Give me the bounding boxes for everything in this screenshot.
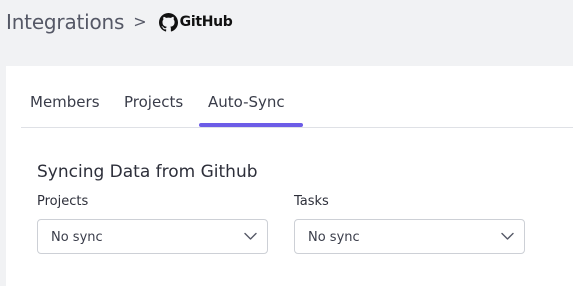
chevron-down-icon: [244, 232, 257, 240]
breadcrumb-separator: >: [133, 11, 147, 31]
integration-card: Members Projects Auto-Sync Syncing Data …: [6, 66, 573, 286]
github-logo: GitHub: [158, 12, 233, 32]
breadcrumb-current: GitHub: [179, 14, 233, 30]
tab-bar: Members Projects Auto-Sync: [21, 66, 573, 128]
tasks-sync-select[interactable]: No sync: [294, 219, 525, 254]
breadcrumb-integrations-link[interactable]: Integrations: [6, 10, 124, 34]
projects-field-label: Projects: [37, 194, 89, 209]
projects-sync-value: No sync: [51, 230, 103, 245]
tasks-field-label: Tasks: [294, 194, 329, 209]
tasks-sync-value: No sync: [308, 230, 360, 245]
projects-sync-select[interactable]: No sync: [37, 219, 268, 254]
github-icon: [158, 12, 178, 32]
breadcrumb: Integrations > GitHub: [6, 8, 233, 36]
chevron-down-icon: [501, 232, 514, 240]
tab-members[interactable]: Members: [30, 93, 100, 111]
active-tab-indicator: [199, 123, 303, 127]
tab-projects[interactable]: Projects: [124, 93, 183, 111]
section-title: Syncing Data from Github: [37, 162, 258, 182]
tab-auto-sync[interactable]: Auto-Sync: [208, 93, 285, 111]
